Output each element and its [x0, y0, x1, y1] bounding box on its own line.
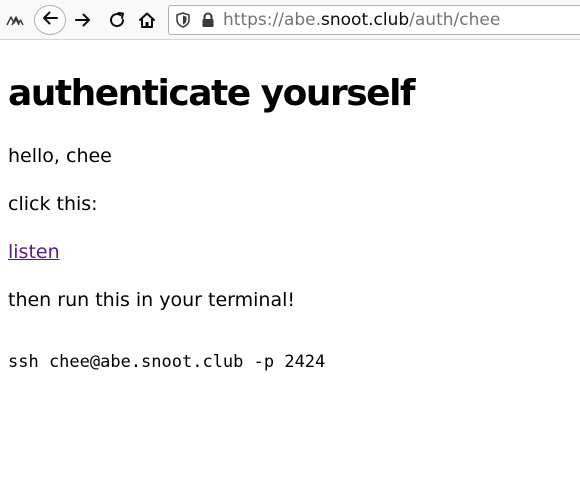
url-subdomain: abe. [283, 10, 322, 30]
greeting-text: hello, chee [8, 145, 112, 167]
url-bar[interactable]: https://abe.snoot.club/auth/chee [168, 5, 580, 35]
page-title: authenticate yourself [8, 73, 416, 114]
instruction-text: then run this in your terminal! [8, 289, 296, 311]
arrow-left-icon [41, 10, 59, 30]
reload-button[interactable] [104, 0, 130, 40]
ssh-command[interactable]: ssh chee@abe.snoot.club -p 2424 [8, 350, 568, 374]
browser-toolbar: https://abe.snoot.club/auth/chee [0, 0, 580, 40]
url-domain: snoot.club [321, 10, 410, 30]
listen-link[interactable]: listen [8, 240, 60, 264]
click-prompt-text: click this: [8, 193, 98, 215]
reload-icon [108, 11, 126, 29]
lock-icon[interactable] [199, 5, 217, 35]
url-path: /auth/chee [409, 10, 501, 30]
home-button[interactable] [134, 0, 160, 40]
arrow-right-icon [74, 12, 92, 28]
url-text[interactable]: https://abe.snoot.club/auth/chee [223, 5, 500, 35]
shield-icon[interactable] [171, 5, 195, 35]
extension-icon[interactable] [4, 0, 26, 40]
page-content: authenticate yourself hello, chee click … [8, 40, 568, 374]
back-button[interactable] [34, 5, 66, 35]
forward-button[interactable] [70, 0, 96, 40]
home-icon [138, 11, 156, 29]
url-scheme: https:// [223, 10, 284, 30]
